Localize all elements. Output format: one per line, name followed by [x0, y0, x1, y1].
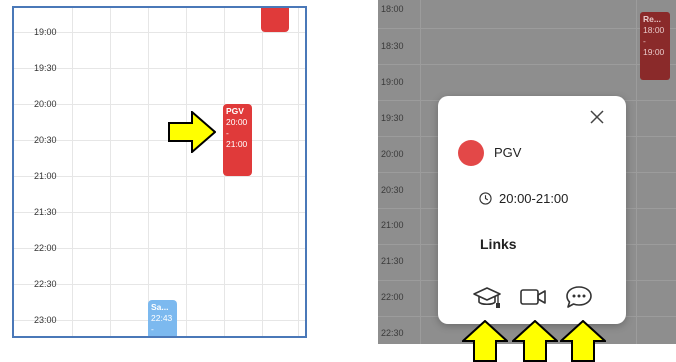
time-label: 21:30 [34, 207, 57, 217]
time-label: 20:30 [34, 135, 57, 145]
event-title: PGV [226, 106, 244, 116]
grid-line [378, 64, 676, 65]
arrow-up-icon [560, 320, 606, 362]
event-block-top[interactable] [261, 8, 289, 32]
calendar-day-view: 19:00 19:30 20:00 20:30 21:00 21:30 22:0… [12, 6, 307, 338]
arrow-right-icon [168, 111, 216, 153]
time-label: 21:00 [34, 171, 57, 181]
grid-line [72, 8, 73, 336]
close-icon[interactable] [588, 108, 606, 126]
grid-line [298, 8, 299, 336]
time-label: 18:00 [381, 4, 404, 14]
grid-line [110, 8, 111, 336]
event-block-re[interactable]: Re... 18:00 - 19:00 [640, 12, 670, 80]
event-block-pgv[interactable]: PGV 20:00 - 21:00 [223, 104, 252, 176]
graduation-cap-icon[interactable] [472, 284, 502, 310]
time-label: 22:00 [34, 243, 57, 253]
grid-line [636, 0, 637, 344]
time-label: 22:00 [381, 292, 404, 302]
event-dash: - [643, 36, 646, 46]
grid-line [378, 28, 676, 29]
event-title: Re... [643, 14, 661, 24]
chat-bubble-icon[interactable] [564, 284, 594, 310]
event-title: PGV [494, 145, 522, 160]
event-end: 19:00 [643, 47, 665, 57]
event-dash: - [151, 324, 154, 334]
clock-icon [479, 192, 492, 205]
event-start: 18:00 [643, 25, 665, 35]
grid-line [420, 0, 421, 344]
time-label: 21:00 [381, 220, 404, 230]
event-block-sa[interactable]: Sa... 22:43 - [148, 300, 177, 336]
event-time: 20:00-21:00 [499, 191, 569, 206]
grid-line [262, 8, 263, 336]
time-label: 19:30 [34, 63, 57, 73]
time-label: 18:30 [381, 41, 404, 51]
event-details-dialog: PGV 20:00-21:00 Links [438, 96, 626, 324]
time-label: 23:00 [34, 315, 57, 325]
time-label: 22:30 [381, 328, 404, 338]
grid-line [186, 8, 187, 336]
time-label: 20:00 [381, 149, 404, 159]
video-camera-icon[interactable] [518, 284, 548, 310]
time-label: 19:00 [381, 77, 404, 87]
links-heading: Links [480, 236, 517, 252]
event-title: Sa... [151, 302, 169, 312]
event-start: 20:00 [226, 117, 248, 127]
time-label: 20:30 [381, 185, 404, 195]
event-color-dot [458, 140, 484, 166]
time-label: 22:30 [34, 279, 57, 289]
time-label: 21:30 [381, 256, 404, 266]
grid-line [148, 8, 149, 336]
time-label: 20:00 [34, 99, 57, 109]
arrow-up-icon [512, 320, 558, 362]
arrow-up-icon [462, 320, 508, 362]
event-time: 22:43 [151, 313, 173, 323]
time-label: 19:00 [34, 27, 57, 37]
event-end: 21:00 [226, 139, 248, 149]
event-dash: - [226, 128, 229, 138]
time-label: 19:30 [381, 113, 404, 123]
